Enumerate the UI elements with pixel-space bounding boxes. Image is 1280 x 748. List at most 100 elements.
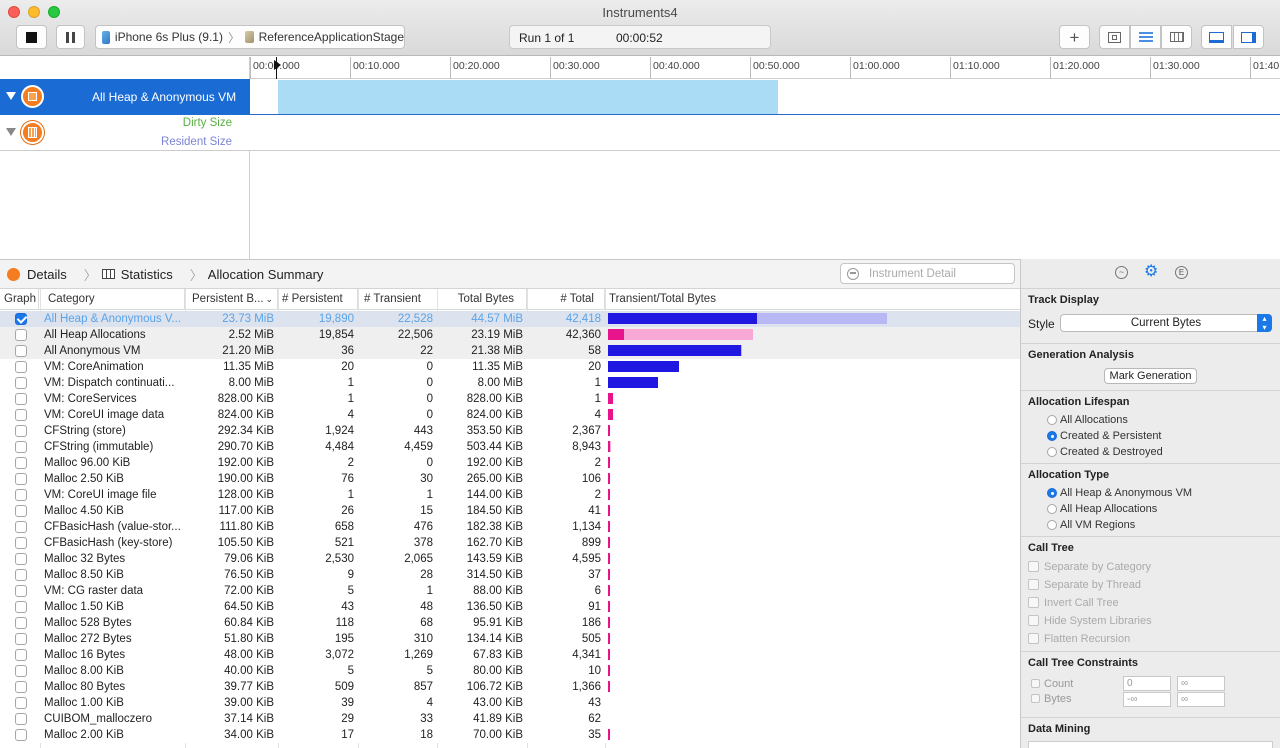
graph-checkbox[interactable] bbox=[15, 681, 27, 693]
bytes-min-field[interactable]: -∞ bbox=[1123, 692, 1171, 707]
table-row[interactable]: All Heap Allocations 2.52 MiB 19,854 22,506… bbox=[0, 327, 1020, 343]
separate-thread-checkbox[interactable] bbox=[1028, 579, 1039, 590]
lifespan-all-radio[interactable] bbox=[1047, 415, 1057, 425]
graph-checkbox[interactable] bbox=[15, 393, 27, 405]
instrument-detail-search-field[interactable]: Instrument Detail bbox=[840, 263, 1015, 284]
col-graph[interactable]: Graph bbox=[0, 289, 39, 310]
graph-checkbox[interactable] bbox=[15, 537, 27, 549]
target-selector[interactable]: iPhone 6s Plus (9.1) 〉 ReferenceApplicat… bbox=[95, 25, 405, 49]
graph-checkbox[interactable] bbox=[15, 553, 27, 565]
disclosure-triangle-icon[interactable] bbox=[6, 92, 16, 100]
table-row[interactable]: VM: CoreUI image data 824.00 KiB 4 0 824.00 … bbox=[0, 407, 1020, 423]
data-mining-list[interactable] bbox=[1028, 741, 1273, 748]
col-total-bytes[interactable]: Total Bytes bbox=[438, 289, 527, 310]
col-transient-count[interactable]: # Transient bbox=[358, 289, 438, 310]
graph-checkbox[interactable] bbox=[15, 697, 27, 709]
table-row[interactable]: VM: CG raster data 72.00 KiB 5 1 88.00 KiB 6 bbox=[0, 583, 1020, 599]
disclosure-triangle-icon[interactable] bbox=[6, 128, 16, 136]
lifespan-persistent-radio[interactable] bbox=[1047, 431, 1057, 441]
graph-checkbox[interactable] bbox=[15, 505, 27, 517]
graph-checkbox[interactable] bbox=[15, 617, 27, 629]
vm-tracker-track-label[interactable]: Dirty Size Resident Size bbox=[0, 115, 250, 151]
table-row[interactable]: Malloc 2.00 KiB 34.00 KiB 17 18 70.00 KiB 35 bbox=[0, 727, 1020, 743]
extended-detail-tab-icon[interactable]: E bbox=[1175, 266, 1188, 279]
graph-checkbox[interactable] bbox=[15, 585, 27, 597]
graph-checkbox[interactable] bbox=[15, 457, 27, 469]
col-persistent-bytes[interactable]: Persistent B... ⌄ bbox=[186, 289, 278, 310]
table-row[interactable]: All Anonymous VM 21.20 MiB 36 22 21.38 MiB 58 bbox=[0, 343, 1020, 359]
graph-checkbox[interactable] bbox=[15, 361, 27, 373]
table-row[interactable]: CFBasicHash (value-stor... 111.80 KiB 658 4… bbox=[0, 519, 1020, 535]
table-row[interactable]: All Heap & Anonymous V... 23.73 MiB 19,890… bbox=[0, 311, 1020, 327]
jump-statistics[interactable]: Statistics bbox=[121, 267, 173, 282]
table-row[interactable]: Malloc 528 Bytes 60.84 KiB 118 68 95.91 KiB 1… bbox=[0, 615, 1020, 631]
toggle-inspector-button[interactable] bbox=[1233, 25, 1264, 49]
table-row[interactable]: CFString (immutable) 290.70 KiB 4,484 4,459… bbox=[0, 439, 1020, 455]
graph-checkbox[interactable] bbox=[15, 473, 27, 485]
toggle-bottom-panel-button[interactable] bbox=[1201, 25, 1232, 49]
table-row[interactable]: VM: Dispatch continuati... 8.00 MiB 1 0 8.00… bbox=[0, 375, 1020, 391]
graph-checkbox[interactable] bbox=[15, 313, 27, 325]
list-view-button[interactable] bbox=[1130, 25, 1161, 49]
table-row[interactable]: CFBasicHash (key-store) 105.50 KiB 521 378 1… bbox=[0, 535, 1020, 551]
table-row[interactable]: Malloc 4.50 KiB 117.00 KiB 26 15 184.50 KiB 4… bbox=[0, 503, 1020, 519]
graph-checkbox[interactable] bbox=[15, 377, 27, 389]
table-row[interactable]: Malloc 2.50 KiB 190.00 KiB 76 30 265.00 KiB 1… bbox=[0, 471, 1020, 487]
graph-checkbox[interactable] bbox=[15, 569, 27, 581]
graph-checkbox[interactable] bbox=[15, 409, 27, 421]
bytes-max-field[interactable]: ∞ bbox=[1177, 692, 1225, 707]
table-row[interactable]: Malloc 1.00 KiB 39.00 KiB 39 4 43.00 KiB 43 bbox=[0, 695, 1020, 711]
graph-checkbox[interactable] bbox=[15, 665, 27, 677]
type-vm-radio[interactable] bbox=[1047, 520, 1057, 530]
graph-checkbox[interactable] bbox=[15, 329, 27, 341]
graph-checkbox[interactable] bbox=[15, 441, 27, 453]
table-row[interactable]: VM: CoreServices 828.00 KiB 1 0 828.00 KiB 1 bbox=[0, 391, 1020, 407]
table-row[interactable]: Malloc 8.50 KiB 76.50 KiB 9 28 314.50 KiB 37 bbox=[0, 567, 1020, 583]
graph-checkbox[interactable] bbox=[15, 713, 27, 725]
table-row[interactable]: Malloc 272 Bytes 51.80 KiB 195 310 134.14 Ki… bbox=[0, 631, 1020, 647]
table-row[interactable]: Malloc 16 Bytes 48.00 KiB 3,072 1,269 67.83 … bbox=[0, 647, 1020, 663]
graph-checkbox[interactable] bbox=[15, 633, 27, 645]
style-select[interactable]: Current Bytes ▴ ▾ bbox=[1060, 314, 1272, 332]
stop-button[interactable] bbox=[16, 25, 47, 49]
timeline-ruler[interactable]: 00:00.00000:10.00000:20.00000:30.00000:4… bbox=[250, 57, 1280, 79]
hide-system-libraries-checkbox[interactable] bbox=[1028, 615, 1039, 626]
count-min-field[interactable]: 0 bbox=[1123, 676, 1171, 691]
table-row[interactable]: CFString (store) 292.34 KiB 1,924 443 353.50… bbox=[0, 423, 1020, 439]
table-row[interactable]: Malloc 8.00 KiB 40.00 KiB 5 5 80.00 KiB 10 bbox=[0, 663, 1020, 679]
separate-category-checkbox[interactable] bbox=[1028, 561, 1039, 572]
bytes-constraint-checkbox[interactable] bbox=[1031, 694, 1040, 703]
display-settings-gear-icon[interactable]: ⚙ bbox=[1144, 264, 1158, 280]
table-row[interactable]: Malloc 32 Bytes 79.06 KiB 2,530 2,065 143.59… bbox=[0, 551, 1020, 567]
graph-checkbox[interactable] bbox=[15, 601, 27, 613]
graph-checkbox[interactable] bbox=[15, 489, 27, 501]
grid-view-button[interactable] bbox=[1161, 25, 1192, 49]
table-row[interactable]: Malloc 80 Bytes 39.77 KiB 509 857 106.72 KiB… bbox=[0, 679, 1020, 695]
type-heap-vm-radio[interactable] bbox=[1047, 488, 1057, 498]
table-row[interactable]: Malloc 96.00 KiB 192.00 KiB 2 0 192.00 KiB 2 bbox=[0, 455, 1020, 471]
allocation-table[interactable]: All Heap & Anonymous V... 23.73 MiB 19,890… bbox=[0, 311, 1020, 748]
table-row[interactable]: CUIBOM_malloczero 37.14 KiB 29 33 41.89 KiB 6… bbox=[0, 711, 1020, 727]
lifespan-destroyed-radio[interactable] bbox=[1047, 447, 1057, 457]
graph-checkbox[interactable] bbox=[15, 345, 27, 357]
col-persistent-count[interactable]: # Persistent bbox=[278, 289, 358, 310]
record-settings-tab-icon[interactable]: ~ bbox=[1115, 266, 1128, 279]
invert-call-tree-checkbox[interactable] bbox=[1028, 597, 1039, 608]
col-transient-total-bytes[interactable]: Transient/Total Bytes bbox=[605, 289, 1020, 310]
table-row[interactable]: VM: CoreUI image file 128.00 KiB 1 1 144.00 … bbox=[0, 487, 1020, 503]
graph-checkbox[interactable] bbox=[15, 521, 27, 533]
heap-track-label[interactable]: All Heap & Anonymous VM bbox=[0, 79, 250, 115]
jump-allocation-summary[interactable]: Allocation Summary bbox=[208, 267, 324, 282]
flatten-recursion-checkbox[interactable] bbox=[1028, 633, 1039, 644]
count-constraint-checkbox[interactable] bbox=[1031, 679, 1040, 688]
col-category[interactable]: Category bbox=[40, 289, 185, 310]
pause-button[interactable] bbox=[56, 25, 85, 49]
table-row[interactable]: Malloc 1.50 KiB 64.50 KiB 43 48 136.50 KiB 91 bbox=[0, 599, 1020, 615]
record-settings-button[interactable] bbox=[1099, 25, 1130, 49]
mark-generation-button[interactable]: Mark Generation bbox=[1104, 368, 1197, 384]
add-instrument-button[interactable]: + bbox=[1059, 25, 1090, 49]
graph-checkbox[interactable] bbox=[15, 649, 27, 661]
graph-checkbox[interactable] bbox=[15, 729, 27, 741]
type-heap-radio[interactable] bbox=[1047, 504, 1057, 514]
table-row[interactable]: VM: CoreAnimation 11.35 MiB 20 0 11.35 MiB 20 bbox=[0, 359, 1020, 375]
